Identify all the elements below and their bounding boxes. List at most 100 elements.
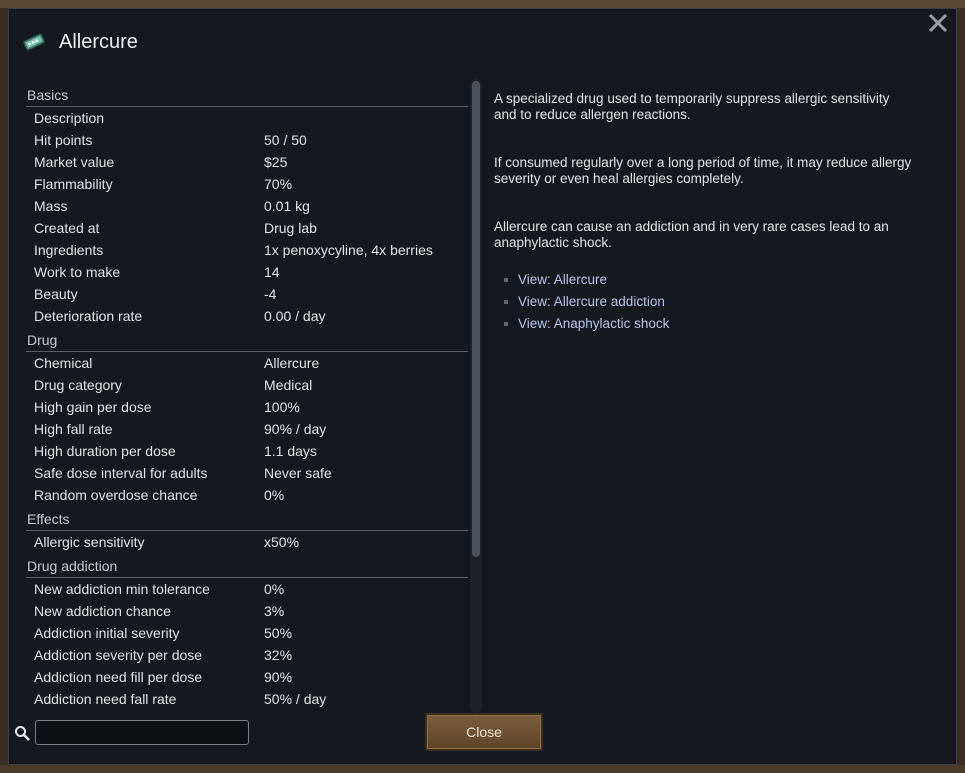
dialog-title: Allercure: [59, 30, 138, 53]
stat-row[interactable]: Created at Drug lab: [26, 217, 468, 239]
stat-row[interactable]: Chemical Allercure: [26, 352, 468, 374]
stat-label: Description: [34, 110, 105, 126]
description-panel: A specialized drug used to temporarily s…: [494, 91, 914, 335]
stat-value: 50%: [264, 625, 293, 641]
search-input[interactable]: [35, 720, 249, 745]
hyperlink-item: View: Allercure: [494, 269, 914, 291]
stat-value: 100%: [264, 399, 300, 415]
stat-row[interactable]: New addiction min tolerance 0%: [26, 578, 468, 600]
magnifier-icon: [15, 726, 30, 741]
stat-row[interactable]: Deterioration rate 0.00 / day: [26, 305, 468, 327]
stat-label: High duration per dose: [34, 443, 176, 459]
stats-scrollbar[interactable]: [470, 79, 482, 713]
stat-row[interactable]: Addiction need fall rate 50% / day: [26, 688, 468, 710]
link-view-allercure-addiction[interactable]: View: Allercure addiction: [518, 291, 665, 313]
stat-row[interactable]: Mass 0.01 kg: [26, 195, 468, 217]
stat-label: New addiction chance: [34, 603, 171, 619]
stat-value: 1.1 days: [264, 443, 317, 459]
bullet-icon: [504, 300, 508, 304]
stat-label: Chemical: [34, 355, 93, 371]
map-background-top: [0, 0, 965, 8]
stat-row[interactable]: High duration per dose 1.1 days: [26, 440, 468, 462]
close-button[interactable]: Close: [425, 713, 543, 751]
stat-value: 70%: [264, 176, 293, 192]
stat-value: 0.01 kg: [264, 198, 310, 214]
stat-row[interactable]: Addiction severity per dose 32%: [26, 644, 468, 666]
scrollbar-thumb[interactable]: [472, 81, 480, 557]
stat-value: 50% / day: [264, 691, 327, 707]
stat-row[interactable]: Ingredients 1x penoxycyline, 4x berries: [26, 239, 468, 261]
stat-value: Drug lab: [264, 220, 317, 236]
hyperlink-list: View: Allercure View: Allercure addictio…: [494, 269, 914, 335]
stat-label: Market value: [34, 154, 115, 170]
stat-row[interactable]: Allergic sensitivity x50%: [26, 531, 468, 553]
info-dialog: Allercure Basics Description Hit points 50 …: [8, 8, 957, 765]
stat-category-header: Drug addiction: [26, 556, 468, 578]
stat-value: Medical: [264, 377, 313, 393]
stat-row[interactable]: Description: [26, 107, 468, 129]
stat-value: 90%: [264, 669, 293, 685]
stat-row[interactable]: New addiction chance 3%: [26, 600, 468, 622]
stat-label: Ingredients: [34, 242, 104, 258]
stat-label: Allergic sensitivity: [34, 534, 145, 550]
stat-value: 0%: [264, 487, 285, 503]
stat-label: Hit points: [34, 132, 93, 148]
stat-row[interactable]: Beauty -4: [26, 283, 468, 305]
stat-label: High fall rate: [34, 421, 113, 437]
stat-label: Addiction severity per dose: [34, 647, 203, 663]
stat-row[interactable]: Drug category Medical: [26, 374, 468, 396]
stat-label: Flammability: [34, 176, 113, 192]
drug-pack-icon: [22, 33, 46, 51]
stat-row[interactable]: Safe dose interval for adults Never safe: [26, 462, 468, 484]
hyperlink-item: View: Anaphylactic shock: [494, 313, 914, 335]
stat-label: Addiction initial severity: [34, 625, 180, 641]
stat-label: Mass: [34, 198, 68, 214]
description-paragraph: Allercure can cause an addiction and in …: [494, 219, 889, 250]
stat-row[interactable]: Hit points 50 / 50: [26, 129, 468, 151]
bullet-icon: [504, 278, 508, 282]
stat-row[interactable]: High gain per dose 100%: [26, 396, 468, 418]
stat-row[interactable]: High fall rate 90% / day: [26, 418, 468, 440]
stat-value: 3%: [264, 603, 285, 619]
description-paragraph: A specialized drug used to temporarily s…: [494, 91, 890, 122]
stat-value: Allercure: [264, 355, 320, 371]
link-view-allercure[interactable]: View: Allercure: [518, 269, 607, 291]
stat-label: Safe dose interval for adults: [34, 465, 208, 481]
stat-label: Beauty: [34, 286, 78, 302]
stat-row[interactable]: Work to make 14: [26, 261, 468, 283]
stats-list[interactable]: Basics Description Hit points 50 / 50 Market…: [26, 85, 468, 713]
stat-label: Work to make: [34, 264, 121, 280]
stat-label: Addiction need fill per dose: [34, 669, 203, 685]
stat-value: 14: [264, 264, 280, 280]
link-view-anaphylactic-shock[interactable]: View: Anaphylactic shock: [518, 313, 669, 335]
stat-category-header: Drug: [26, 330, 468, 352]
stat-value: 90% / day: [264, 421, 327, 437]
stat-value: $25: [264, 154, 288, 170]
dialog-header: Allercure: [21, 27, 138, 57]
stat-row[interactable]: Market value $25: [26, 151, 468, 173]
stat-value: 32%: [264, 647, 293, 663]
stat-value: 0%: [264, 581, 285, 597]
stat-row[interactable]: Addiction need fill per dose 90%: [26, 666, 468, 688]
stat-value: 0.00 / day: [264, 308, 326, 324]
stat-category-header: Effects: [26, 509, 468, 531]
stat-row[interactable]: Flammability 70%: [26, 173, 468, 195]
stat-value: 50 / 50: [264, 132, 307, 148]
stat-label: Deterioration rate: [34, 308, 143, 324]
close-x-icon[interactable]: [924, 9, 952, 37]
stat-value: -4: [264, 286, 277, 302]
bullet-icon: [504, 322, 508, 326]
stat-value: x50%: [264, 534, 300, 550]
map-background-bottom: [0, 765, 965, 773]
hyperlink-item: View: Allercure addiction: [494, 291, 914, 313]
stat-value: 1x penoxycyline, 4x berries: [264, 242, 433, 258]
stat-label: Addiction need fall rate: [34, 691, 177, 707]
stat-value: Never safe: [264, 465, 332, 481]
stat-row[interactable]: Random overdose chance 0%: [26, 484, 468, 506]
stat-row[interactable]: Addiction initial severity 50%: [26, 622, 468, 644]
stat-label: Created at: [34, 220, 100, 236]
stat-label: High gain per dose: [34, 399, 152, 415]
description-paragraph: If consumed regularly over a long period…: [494, 155, 912, 186]
stat-label: Random overdose chance: [34, 487, 198, 503]
stat-category-header: Basics: [26, 85, 468, 107]
